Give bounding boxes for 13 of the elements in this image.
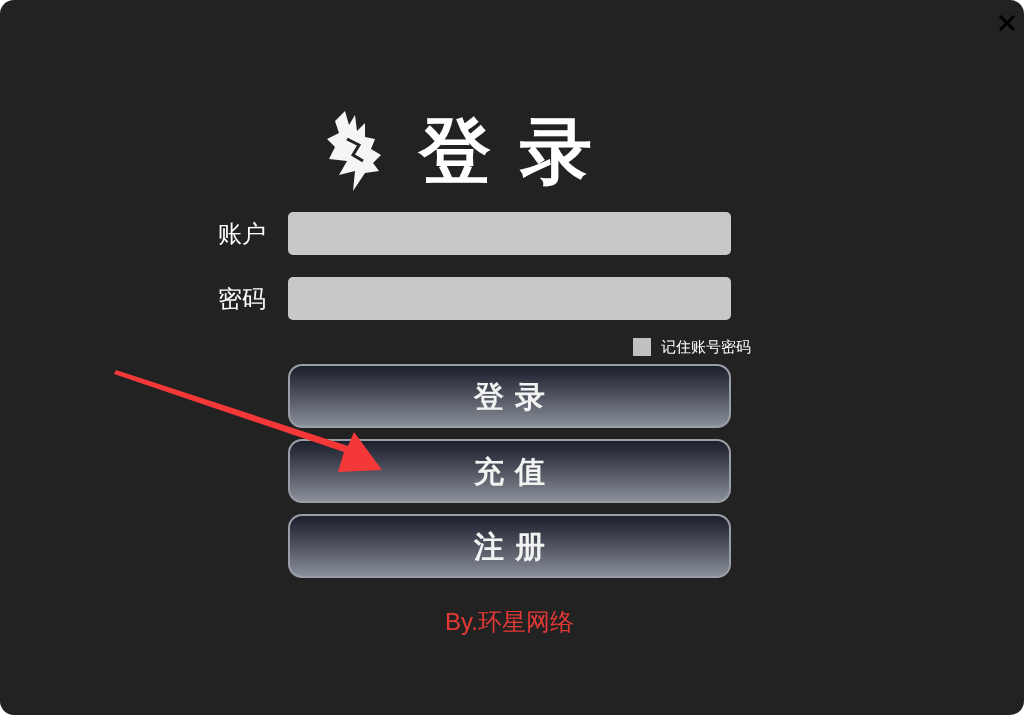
field-label: 账户: [217, 218, 267, 249]
input-field[interactable]: [288, 277, 731, 320]
remember-label: 记住账号密码: [661, 336, 751, 357]
input-field[interactable]: [288, 212, 731, 255]
flame-icon: [325, 109, 383, 193]
action-button[interactable]: 注册: [288, 514, 731, 578]
footer-credit: By.环星网络: [444, 607, 575, 637]
remember-checkbox[interactable]: [633, 338, 651, 356]
action-button[interactable]: 登录: [288, 364, 731, 428]
login-title: 登录: [419, 115, 621, 187]
field-label: 密码: [217, 283, 267, 314]
action-button[interactable]: 充值: [288, 439, 731, 503]
close-icon[interactable]: [998, 14, 1016, 32]
